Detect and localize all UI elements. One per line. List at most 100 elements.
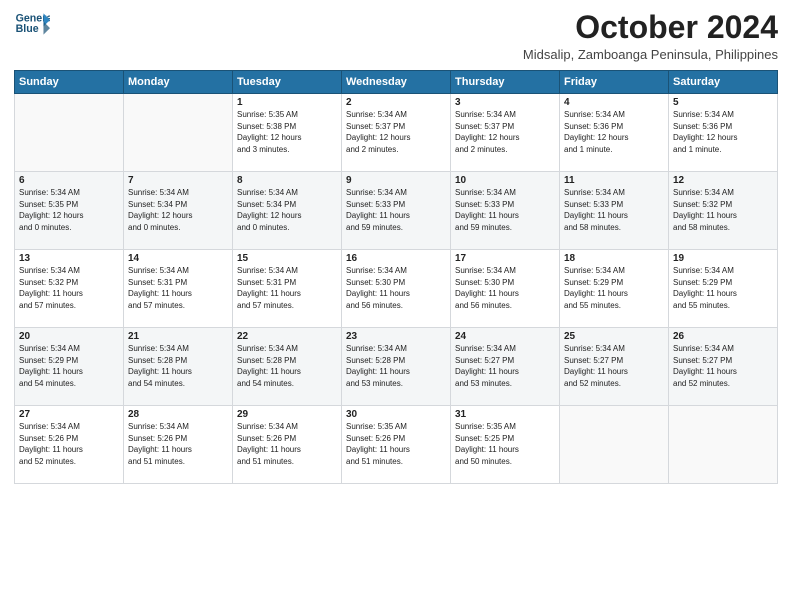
day-number: 3	[455, 97, 555, 108]
weekday-header: Wednesday	[342, 71, 451, 94]
day-number: 5	[673, 97, 773, 108]
day-number: 26	[673, 331, 773, 342]
calendar-cell	[669, 406, 778, 484]
day-number: 27	[19, 409, 119, 420]
calendar-cell: 14Sunrise: 5:34 AM Sunset: 5:31 PM Dayli…	[124, 250, 233, 328]
day-number: 1	[237, 97, 337, 108]
calendar-table: SundayMondayTuesdayWednesdayThursdayFrid…	[14, 70, 778, 484]
calendar-cell: 13Sunrise: 5:34 AM Sunset: 5:32 PM Dayli…	[15, 250, 124, 328]
day-info: Sunrise: 5:34 AM Sunset: 5:33 PM Dayligh…	[564, 187, 664, 233]
logo-icon: General Blue	[14, 10, 50, 38]
weekday-header: Friday	[560, 71, 669, 94]
day-info: Sunrise: 5:34 AM Sunset: 5:30 PM Dayligh…	[455, 265, 555, 311]
day-info: Sunrise: 5:34 AM Sunset: 5:29 PM Dayligh…	[564, 265, 664, 311]
calendar-cell	[15, 94, 124, 172]
calendar-week-row: 27Sunrise: 5:34 AM Sunset: 5:26 PM Dayli…	[15, 406, 778, 484]
calendar-cell: 31Sunrise: 5:35 AM Sunset: 5:25 PM Dayli…	[451, 406, 560, 484]
calendar-cell: 18Sunrise: 5:34 AM Sunset: 5:29 PM Dayli…	[560, 250, 669, 328]
calendar-cell: 22Sunrise: 5:34 AM Sunset: 5:28 PM Dayli…	[233, 328, 342, 406]
day-number: 9	[346, 175, 446, 186]
day-info: Sunrise: 5:34 AM Sunset: 5:28 PM Dayligh…	[346, 343, 446, 389]
month-title: October 2024	[523, 10, 778, 45]
logo: General Blue	[14, 10, 50, 38]
calendar-cell: 4Sunrise: 5:34 AM Sunset: 5:36 PM Daylig…	[560, 94, 669, 172]
day-info: Sunrise: 5:34 AM Sunset: 5:34 PM Dayligh…	[237, 187, 337, 233]
day-info: Sunrise: 5:34 AM Sunset: 5:31 PM Dayligh…	[237, 265, 337, 311]
calendar-cell: 5Sunrise: 5:34 AM Sunset: 5:36 PM Daylig…	[669, 94, 778, 172]
calendar-cell: 16Sunrise: 5:34 AM Sunset: 5:30 PM Dayli…	[342, 250, 451, 328]
day-number: 15	[237, 253, 337, 264]
calendar-cell: 25Sunrise: 5:34 AM Sunset: 5:27 PM Dayli…	[560, 328, 669, 406]
calendar-cell	[560, 406, 669, 484]
day-number: 2	[346, 97, 446, 108]
day-info: Sunrise: 5:34 AM Sunset: 5:33 PM Dayligh…	[346, 187, 446, 233]
calendar-cell	[124, 94, 233, 172]
calendar-cell: 7Sunrise: 5:34 AM Sunset: 5:34 PM Daylig…	[124, 172, 233, 250]
calendar-cell: 1Sunrise: 5:35 AM Sunset: 5:38 PM Daylig…	[233, 94, 342, 172]
day-info: Sunrise: 5:34 AM Sunset: 5:37 PM Dayligh…	[455, 109, 555, 155]
day-info: Sunrise: 5:34 AM Sunset: 5:34 PM Dayligh…	[128, 187, 228, 233]
day-info: Sunrise: 5:34 AM Sunset: 5:27 PM Dayligh…	[564, 343, 664, 389]
svg-text:Blue: Blue	[16, 23, 39, 35]
day-number: 11	[564, 175, 664, 186]
calendar-cell: 29Sunrise: 5:34 AM Sunset: 5:26 PM Dayli…	[233, 406, 342, 484]
day-info: Sunrise: 5:34 AM Sunset: 5:26 PM Dayligh…	[128, 421, 228, 467]
day-number: 13	[19, 253, 119, 264]
day-info: Sunrise: 5:34 AM Sunset: 5:36 PM Dayligh…	[564, 109, 664, 155]
day-number: 29	[237, 409, 337, 420]
day-info: Sunrise: 5:34 AM Sunset: 5:33 PM Dayligh…	[455, 187, 555, 233]
calendar-cell: 15Sunrise: 5:34 AM Sunset: 5:31 PM Dayli…	[233, 250, 342, 328]
day-info: Sunrise: 5:34 AM Sunset: 5:29 PM Dayligh…	[673, 265, 773, 311]
day-info: Sunrise: 5:34 AM Sunset: 5:36 PM Dayligh…	[673, 109, 773, 155]
day-number: 8	[237, 175, 337, 186]
day-number: 21	[128, 331, 228, 342]
day-info: Sunrise: 5:34 AM Sunset: 5:37 PM Dayligh…	[346, 109, 446, 155]
day-info: Sunrise: 5:34 AM Sunset: 5:29 PM Dayligh…	[19, 343, 119, 389]
calendar-cell: 20Sunrise: 5:34 AM Sunset: 5:29 PM Dayli…	[15, 328, 124, 406]
day-number: 20	[19, 331, 119, 342]
day-number: 7	[128, 175, 228, 186]
day-number: 22	[237, 331, 337, 342]
calendar-cell: 8Sunrise: 5:34 AM Sunset: 5:34 PM Daylig…	[233, 172, 342, 250]
day-info: Sunrise: 5:35 AM Sunset: 5:26 PM Dayligh…	[346, 421, 446, 467]
weekday-header: Tuesday	[233, 71, 342, 94]
day-number: 28	[128, 409, 228, 420]
day-number: 10	[455, 175, 555, 186]
day-info: Sunrise: 5:34 AM Sunset: 5:27 PM Dayligh…	[673, 343, 773, 389]
day-info: Sunrise: 5:34 AM Sunset: 5:27 PM Dayligh…	[455, 343, 555, 389]
calendar-cell: 3Sunrise: 5:34 AM Sunset: 5:37 PM Daylig…	[451, 94, 560, 172]
calendar-cell: 26Sunrise: 5:34 AM Sunset: 5:27 PM Dayli…	[669, 328, 778, 406]
weekday-header: Sunday	[15, 71, 124, 94]
weekday-header: Monday	[124, 71, 233, 94]
day-info: Sunrise: 5:34 AM Sunset: 5:32 PM Dayligh…	[19, 265, 119, 311]
subtitle: Midsalip, Zamboanga Peninsula, Philippin…	[523, 47, 778, 62]
calendar-cell: 24Sunrise: 5:34 AM Sunset: 5:27 PM Dayli…	[451, 328, 560, 406]
calendar-week-row: 13Sunrise: 5:34 AM Sunset: 5:32 PM Dayli…	[15, 250, 778, 328]
day-number: 30	[346, 409, 446, 420]
calendar-cell: 11Sunrise: 5:34 AM Sunset: 5:33 PM Dayli…	[560, 172, 669, 250]
calendar-cell: 17Sunrise: 5:34 AM Sunset: 5:30 PM Dayli…	[451, 250, 560, 328]
calendar-cell: 21Sunrise: 5:34 AM Sunset: 5:28 PM Dayli…	[124, 328, 233, 406]
day-info: Sunrise: 5:35 AM Sunset: 5:38 PM Dayligh…	[237, 109, 337, 155]
day-number: 17	[455, 253, 555, 264]
calendar-cell: 27Sunrise: 5:34 AM Sunset: 5:26 PM Dayli…	[15, 406, 124, 484]
weekday-header: Thursday	[451, 71, 560, 94]
day-info: Sunrise: 5:34 AM Sunset: 5:26 PM Dayligh…	[19, 421, 119, 467]
day-number: 18	[564, 253, 664, 264]
day-number: 23	[346, 331, 446, 342]
weekday-header: Saturday	[669, 71, 778, 94]
header-row: SundayMondayTuesdayWednesdayThursdayFrid…	[15, 71, 778, 94]
day-info: Sunrise: 5:34 AM Sunset: 5:26 PM Dayligh…	[237, 421, 337, 467]
calendar-cell: 9Sunrise: 5:34 AM Sunset: 5:33 PM Daylig…	[342, 172, 451, 250]
day-info: Sunrise: 5:34 AM Sunset: 5:28 PM Dayligh…	[128, 343, 228, 389]
calendar-cell: 23Sunrise: 5:34 AM Sunset: 5:28 PM Dayli…	[342, 328, 451, 406]
day-info: Sunrise: 5:35 AM Sunset: 5:25 PM Dayligh…	[455, 421, 555, 467]
calendar-week-row: 1Sunrise: 5:35 AM Sunset: 5:38 PM Daylig…	[15, 94, 778, 172]
calendar-cell: 30Sunrise: 5:35 AM Sunset: 5:26 PM Dayli…	[342, 406, 451, 484]
day-info: Sunrise: 5:34 AM Sunset: 5:32 PM Dayligh…	[673, 187, 773, 233]
calendar-cell: 12Sunrise: 5:34 AM Sunset: 5:32 PM Dayli…	[669, 172, 778, 250]
calendar-cell: 10Sunrise: 5:34 AM Sunset: 5:33 PM Dayli…	[451, 172, 560, 250]
day-number: 16	[346, 253, 446, 264]
page: General Blue October 2024 Midsalip, Zamb…	[0, 0, 792, 612]
calendar-cell: 19Sunrise: 5:34 AM Sunset: 5:29 PM Dayli…	[669, 250, 778, 328]
